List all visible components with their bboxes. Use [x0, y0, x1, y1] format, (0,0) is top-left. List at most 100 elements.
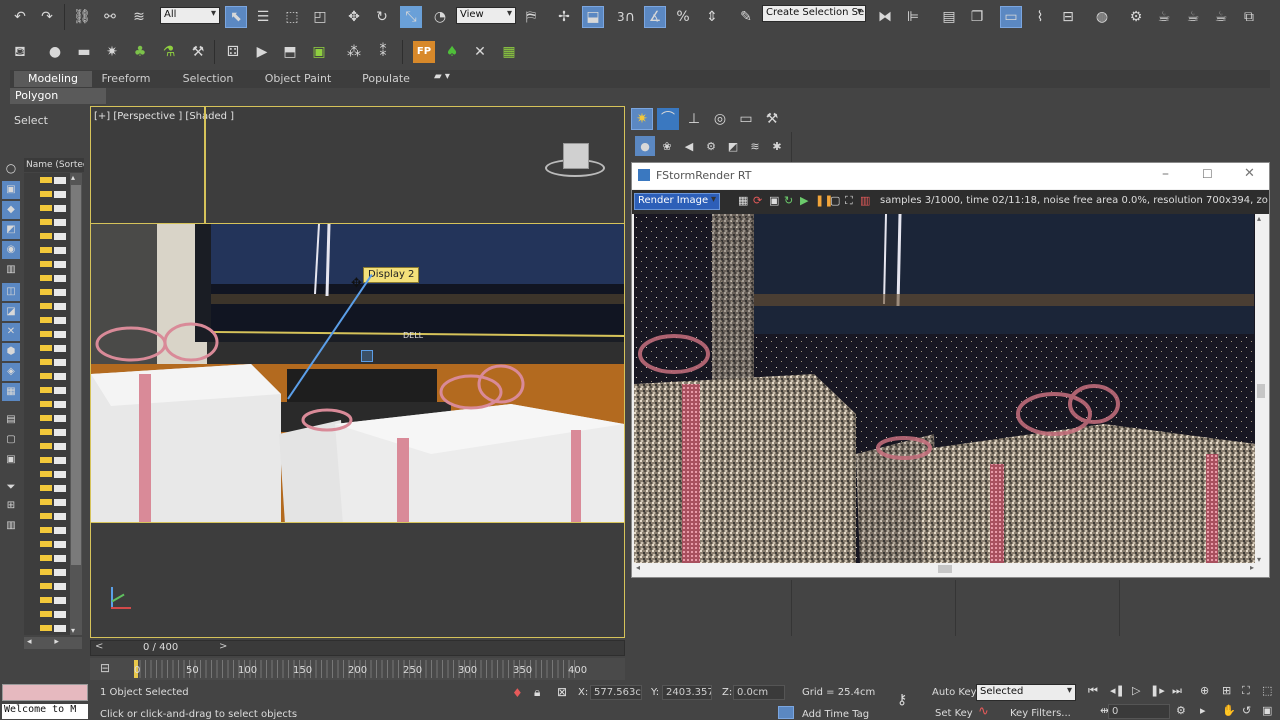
render-channel-dropdown[interactable]: Render Image — [634, 193, 720, 210]
play-icon[interactable]: ▷ — [1132, 684, 1140, 697]
render-restart-icon[interactable]: ↻ — [784, 194, 793, 207]
next-frame-icon[interactable]: ❚▸ — [1150, 684, 1165, 697]
helpers-category-icon[interactable]: ◩ — [723, 136, 743, 156]
selection-filter-dropdown[interactable]: All — [160, 7, 220, 24]
render-iterative-icon[interactable]: ☕ — [1210, 6, 1232, 28]
go-to-end-icon[interactable]: ⏭ — [1172, 684, 1182, 698]
track-bar[interactable]: ⊟ 0 50 100 150 200 250 300 350 400 — [90, 658, 625, 680]
export-proxy-icon[interactable]: ▶ — [251, 41, 273, 63]
display-xrefs-icon[interactable]: ⬢ — [2, 343, 20, 361]
ribbon-tab-selection[interactable]: Selection — [180, 71, 236, 87]
select-object-icon[interactable]: ⬉ — [225, 6, 247, 28]
render-options-icon[interactable]: ▥ — [860, 194, 870, 207]
ribbon-tab-modeling[interactable]: Modeling — [14, 71, 92, 87]
light-icon[interactable]: ✷ — [101, 41, 123, 63]
render-production-icon[interactable]: ☕ — [1182, 6, 1204, 28]
move-icon[interactable]: ✥ — [343, 6, 365, 28]
ribbon-tab-freeform[interactable]: Freeform — [96, 71, 156, 87]
rendered-frame-window-icon[interactable]: ☕ — [1153, 6, 1175, 28]
spinner-snap-icon[interactable]: ⇕ — [701, 6, 723, 28]
place-icon[interactable]: ◔ — [429, 6, 451, 28]
spreadsheet-icon[interactable]: ▦ — [498, 41, 520, 63]
scene-explorer-select-label[interactable]: Select — [14, 114, 48, 127]
hammer-icon[interactable]: ⚒ — [187, 41, 209, 63]
rectangular-selection-icon[interactable]: ⬚ — [281, 6, 303, 28]
maxscript-listener[interactable]: Welcome to M — [2, 704, 88, 719]
percent-snap-icon[interactable]: % — [672, 6, 694, 28]
zoom-icon[interactable]: ⊕ — [1200, 684, 1209, 697]
teapot-icon[interactable]: ⛾ — [9, 41, 31, 63]
display-spacewarps-icon[interactable]: ◪ — [2, 303, 20, 321]
absolute-mode-icon[interactable]: ⊠ — [557, 685, 567, 699]
ribbon-tab-populate[interactable]: Populate — [360, 71, 412, 87]
minimize-icon[interactable]: – — [1162, 166, 1169, 182]
y-coordinate-field[interactable]: 2403.357c — [662, 685, 712, 700]
display-none-icon[interactable]: ○ — [2, 159, 20, 177]
display-tab-icon[interactable]: ▭ — [735, 108, 757, 130]
motion-tab-icon[interactable]: ◎ — [709, 108, 731, 130]
z-coordinate-field[interactable]: 0.0cm — [733, 685, 785, 700]
maximize-viewport-icon[interactable]: ▣ — [1262, 704, 1272, 717]
viewport-label[interactable]: [+] [Perspective ] [Shaded ] — [94, 111, 234, 122]
render-cloud-icon[interactable]: ⧉ — [1238, 6, 1260, 28]
align-icon[interactable]: ⊫ — [902, 6, 924, 28]
display-cameras-icon[interactable]: ▥ — [2, 261, 20, 279]
light-target-box[interactable] — [361, 350, 373, 362]
window-crossing-icon[interactable]: ◰ — [309, 6, 331, 28]
time-configuration-icon[interactable]: ⚙ — [1176, 704, 1186, 717]
time-slider-prev-icon[interactable]: < — [95, 641, 103, 652]
keyboard-shortcut-override-icon[interactable]: ⬓ — [582, 6, 604, 28]
pan-view-icon[interactable]: ✋ — [1222, 704, 1236, 717]
snaps-toggle-icon[interactable]: 3 ∩ — [615, 6, 637, 28]
undo-icon[interactable]: ↶ — [9, 6, 31, 28]
render-vertical-scrollbar[interactable]: ▴ ▾ — [1255, 214, 1267, 564]
sphere-icon[interactable]: ● — [44, 41, 66, 63]
display-groups-icon[interactable]: ✕ — [2, 323, 20, 341]
default-in-out-key-icon[interactable]: ⚷ — [897, 692, 907, 708]
hierarchy-icon[interactable]: ⊞ — [2, 497, 20, 515]
current-frame-field[interactable]: 0 — [1108, 704, 1170, 719]
render-save-icon[interactable]: ▦ — [738, 194, 748, 207]
render-window-icon[interactable]: ▣ — [308, 41, 330, 63]
display-lights-icon[interactable]: ◉ — [2, 241, 20, 259]
curve-editor-icon[interactable]: ⌇ — [1029, 6, 1051, 28]
rotate-icon[interactable]: ↻ — [371, 6, 393, 28]
fstorm-render-window[interactable]: FStormRender RT – ☐ ✕ Render Image ▦ ⟳ ▣… — [631, 162, 1270, 578]
render-refresh-icon[interactable]: ⟳ — [753, 194, 762, 207]
scene-explorer-icon[interactable]: ❐ — [966, 6, 988, 28]
scene-list-hscroll[interactable]: ◂ ▸ — [24, 637, 82, 649]
viewcube[interactable] — [539, 137, 611, 181]
scene-explorer-column-header[interactable]: Name (Sorted — [24, 158, 84, 172]
create-tab-icon[interactable]: ✷ — [631, 108, 653, 130]
modify-tab-icon[interactable]: ⌒ — [657, 108, 679, 130]
camera-icon[interactable]: ▬ — [73, 41, 95, 63]
time-slider[interactable]: < 0 / 400 > — [90, 640, 625, 656]
fur-icon[interactable]: ♣ — [129, 41, 151, 63]
zoom-extents-all-icon[interactable]: ⬚ — [1262, 684, 1272, 697]
display-bones-icon[interactable]: ◈ — [2, 363, 20, 381]
auto-key-button[interactable]: Auto Key — [932, 685, 977, 700]
maximize-icon[interactable]: ☐ — [1202, 167, 1213, 181]
utilities-tab-icon[interactable]: ⚒ — [761, 108, 783, 130]
pivot-center-icon[interactable]: ⛿ — [520, 6, 542, 28]
set-key-button[interactable]: Set Key — [935, 706, 973, 720]
render-setup-icon[interactable]: ⚙ — [1125, 6, 1147, 28]
x-coordinate-field[interactable]: 577.563cm — [590, 685, 642, 700]
ribbon-sub-label[interactable]: Polygon Modeling — [10, 88, 106, 118]
select-by-name-icon[interactable]: ☰ — [252, 6, 274, 28]
previous-frame-icon[interactable]: ◂❚ — [1110, 684, 1125, 697]
display-all-layers-icon[interactable]: ▣ — [2, 451, 20, 469]
geometry-category-icon[interactable]: ● — [635, 136, 655, 156]
layer-explorer-icon[interactable]: ▤ — [938, 6, 960, 28]
select-and-link-icon[interactable]: ⛓ — [71, 6, 93, 28]
redo-icon[interactable]: ↷ — [36, 6, 58, 28]
spacewarps-category-icon[interactable]: ≋ — [745, 136, 765, 156]
filter-icon[interactable]: ⏷ — [2, 477, 20, 495]
set-key-curve-icon[interactable]: ∿ — [978, 704, 989, 719]
systems-category-icon[interactable]: ✱ — [767, 136, 787, 156]
import-proxy-icon[interactable]: ⬒ — [279, 41, 301, 63]
scatter-icon[interactable]: ⁂ — [343, 41, 365, 63]
select-manipulate-icon[interactable]: ✢ — [553, 6, 575, 28]
selection-lock-icon[interactable]: 🔒︎ — [534, 685, 540, 700]
render-stop-icon[interactable]: ▶ — [800, 194, 808, 207]
